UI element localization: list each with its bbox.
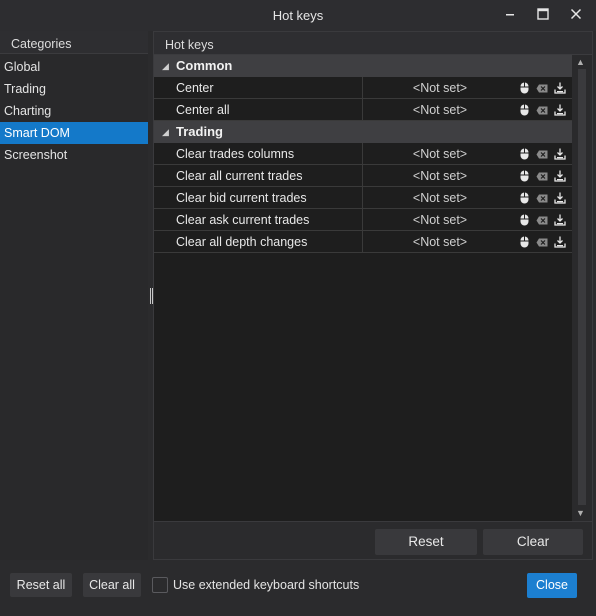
group-row-common[interactable]: ◢ Common	[154, 55, 572, 77]
collapse-triangle-icon[interactable]: ◢	[162, 55, 169, 77]
record-key-icon[interactable]	[554, 213, 566, 227]
column-divider	[362, 99, 363, 121]
column-divider	[362, 231, 363, 253]
category-item-charting[interactable]: Charting	[0, 100, 148, 122]
category-list: Global Trading Charting Smart DOM Screen…	[0, 54, 148, 166]
hotkey-row-actions	[518, 77, 566, 99]
category-item-smart-dom[interactable]: Smart DOM	[0, 122, 148, 144]
hotkey-row-actions	[518, 187, 566, 209]
scroll-up-icon[interactable]: ▲	[576, 57, 585, 67]
hotkey-row-actions	[518, 165, 566, 187]
record-key-icon[interactable]	[554, 103, 566, 117]
column-divider	[362, 209, 363, 231]
hotkey-action-name: Center all	[176, 103, 230, 117]
category-item-screenshot[interactable]: Screenshot	[0, 144, 148, 166]
column-divider	[362, 77, 363, 99]
hotkey-row[interactable]: Center <Not set>	[154, 77, 572, 99]
scrollbar-thumb[interactable]	[578, 69, 586, 505]
hotkey-action-name: Clear all current trades	[176, 169, 303, 183]
clear-key-icon[interactable]	[536, 81, 548, 95]
column-divider	[362, 187, 363, 209]
hotkey-row[interactable]: Clear all depth changes <Not set>	[154, 231, 572, 253]
clear-key-icon[interactable]	[536, 147, 548, 161]
hotkey-row-actions	[518, 231, 566, 253]
clear-key-icon[interactable]	[536, 235, 548, 249]
vertical-scrollbar[interactable]: ▲ ▼	[572, 55, 592, 521]
hotkey-action-name: Center	[176, 81, 214, 95]
collapse-triangle-icon[interactable]: ◢	[162, 121, 169, 143]
extended-shortcuts-label: Use extended keyboard shortcuts	[173, 578, 360, 592]
hotkeys-rows: ◢ Common Center <Not set> Center all <Not set…	[154, 55, 572, 253]
clear-key-icon[interactable]	[536, 169, 548, 183]
hotkey-value-field[interactable]: <Not set>	[364, 209, 516, 231]
title-bar: Hot keys	[0, 0, 596, 31]
categories-panel: Categories Global Trading Charting Smart…	[0, 31, 148, 560]
mouse-icon[interactable]	[518, 169, 530, 183]
hotkey-row-actions	[518, 143, 566, 165]
hotkey-row[interactable]: Clear bid current trades <Not set>	[154, 187, 572, 209]
maximize-button[interactable]	[531, 4, 555, 24]
hotkey-action-name: Clear all depth changes	[176, 235, 308, 249]
hotkey-row[interactable]: Center all <Not set>	[154, 99, 572, 121]
categories-header: Categories	[0, 31, 148, 54]
minimize-icon	[506, 14, 514, 16]
clear-all-button[interactable]: Clear all	[83, 573, 141, 597]
clear-key-icon[interactable]	[536, 213, 548, 227]
mouse-icon[interactable]	[518, 103, 530, 117]
mouse-icon[interactable]	[518, 147, 530, 161]
hotkey-value-field[interactable]: <Not set>	[364, 143, 516, 165]
group-name: Common	[176, 58, 233, 73]
clear-key-icon[interactable]	[536, 103, 548, 117]
hotkeys-header: Hot keys	[154, 32, 592, 55]
hotkey-value-field[interactable]: <Not set>	[364, 77, 516, 99]
hotkey-action-name: Clear bid current trades	[176, 191, 307, 205]
hotkey-value-field[interactable]: <Not set>	[364, 99, 516, 121]
minimize-button[interactable]	[498, 4, 522, 24]
hotkey-value-field[interactable]: <Not set>	[364, 187, 516, 209]
reset-all-button[interactable]: Reset all	[10, 573, 72, 597]
mouse-icon[interactable]	[518, 235, 530, 249]
record-key-icon[interactable]	[554, 81, 566, 95]
hotkey-row[interactable]: Clear all current trades <Not set>	[154, 165, 572, 187]
hotkey-row[interactable]: Clear trades columns <Not set>	[154, 143, 572, 165]
close-button[interactable]: Close	[527, 573, 577, 598]
hotkey-value-field[interactable]: <Not set>	[364, 231, 516, 253]
group-name: Trading	[176, 124, 223, 139]
hotkey-action-name: Clear ask current trades	[176, 213, 310, 227]
scroll-down-icon[interactable]: ▼	[576, 508, 585, 518]
category-item-trading[interactable]: Trading	[0, 78, 148, 100]
record-key-icon[interactable]	[554, 147, 566, 161]
record-key-icon[interactable]	[554, 235, 566, 249]
mouse-icon[interactable]	[518, 213, 530, 227]
reset-button[interactable]: Reset	[375, 529, 477, 555]
hotkey-row[interactable]: Clear ask current trades <Not set>	[154, 209, 572, 231]
hotkey-row-actions	[518, 209, 566, 231]
close-window-button[interactable]	[564, 4, 588, 24]
category-item-global[interactable]: Global	[0, 56, 148, 78]
clear-key-icon[interactable]	[536, 191, 548, 205]
maximize-icon	[537, 8, 549, 20]
record-key-icon[interactable]	[554, 191, 566, 205]
extended-shortcuts-checkbox[interactable]	[152, 577, 168, 593]
hotkeys-panel: Hot keys ◢ Common Center <Not set> Center al…	[153, 31, 593, 560]
dialog-footer: Reset all Clear all Use extended keyboar…	[0, 562, 596, 616]
record-key-icon[interactable]	[554, 169, 566, 183]
hotkeys-grid: ◢ Common Center <Not set> Center all <Not set…	[154, 55, 592, 522]
column-divider	[362, 165, 363, 187]
hotkey-row-actions	[518, 99, 566, 121]
mouse-icon[interactable]	[518, 81, 530, 95]
column-divider	[362, 143, 363, 165]
mouse-icon[interactable]	[518, 191, 530, 205]
hotkey-value-field[interactable]: <Not set>	[364, 165, 516, 187]
hotkey-action-name: Clear trades columns	[176, 147, 295, 161]
group-row-trading[interactable]: ◢ Trading	[154, 121, 572, 143]
close-icon	[570, 8, 582, 20]
clear-button[interactable]: Clear	[483, 529, 583, 555]
